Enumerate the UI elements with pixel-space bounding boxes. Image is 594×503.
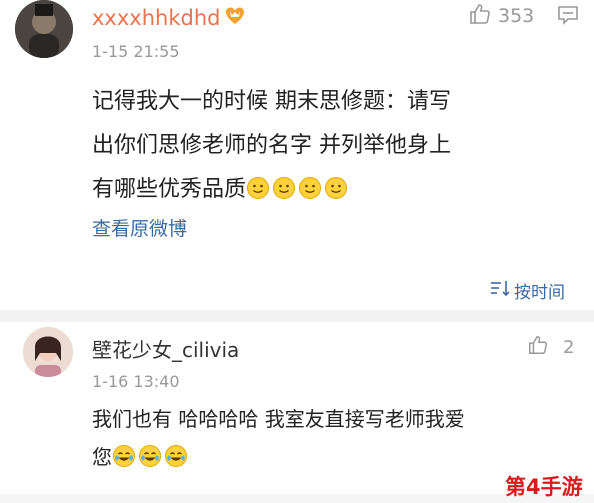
username[interactable]: 壁花少女_cilivia [92, 334, 239, 363]
comment-icon [557, 6, 579, 30]
smile-emoji-icon [273, 177, 296, 199]
tears-of-joy-emoji-icon [139, 445, 161, 467]
comment-text: 我们也有 哈哈哈哈 我室友直接写老师我爱 您 [92, 400, 582, 476]
like-count: 2 [563, 336, 575, 358]
like-button[interactable]: 353 [468, 2, 534, 30]
tears-of-joy-emoji-icon [113, 445, 135, 467]
comment-text-line: 出你们思修老师的名字 并列举他身上 [92, 133, 451, 158]
thumbs-up-icon [527, 334, 549, 360]
comment-button[interactable] [557, 4, 579, 30]
view-original-link[interactable]: 查看原微博 [92, 214, 187, 241]
comment-text-line: 记得我大一的时候 期末思修题：请写 [92, 89, 451, 114]
comment-timestamp: 1-16 13:40 [92, 372, 180, 391]
avatar-image [23, 327, 73, 377]
emoji-group [246, 177, 350, 202]
smile-emoji-icon [247, 177, 270, 199]
thumbs-up-icon [468, 2, 492, 30]
avatar-image [15, 0, 73, 58]
sort-label: 按时间 [514, 283, 565, 303]
tears-of-joy-emoji-icon [165, 445, 187, 467]
comment-text-line: 有哪些优秀品质 [92, 168, 572, 212]
sort-by-time-button[interactable]: 按时间 [489, 278, 565, 303]
like-button[interactable]: 2 [527, 334, 574, 360]
comment-text-segment: 有哪些优秀品质 [92, 177, 247, 202]
comment-text: 记得我大一的时候 期末思修题：请写 出你们思修老师的名字 并列举他身上 有哪些优… [92, 80, 572, 212]
comment-text-segment: 您 [92, 445, 112, 469]
avatar[interactable] [15, 0, 73, 58]
sort-icon [489, 279, 511, 302]
smile-emoji-icon [299, 177, 322, 199]
emoji-group [112, 445, 190, 469]
section-divider [0, 310, 594, 322]
comment-timestamp: 1-15 21:55 [92, 42, 180, 61]
like-count: 353 [498, 5, 535, 27]
avatar[interactable] [23, 327, 73, 377]
username[interactable]: xxxxhhkdhd [92, 6, 220, 30]
vip-heart-badge-icon [224, 5, 246, 27]
site-watermark: 第4手游 [505, 475, 583, 499]
comment-text-line: 我们也有 哈哈哈哈 我室友直接写老师我爱 [92, 407, 465, 431]
smile-emoji-icon [325, 177, 348, 199]
